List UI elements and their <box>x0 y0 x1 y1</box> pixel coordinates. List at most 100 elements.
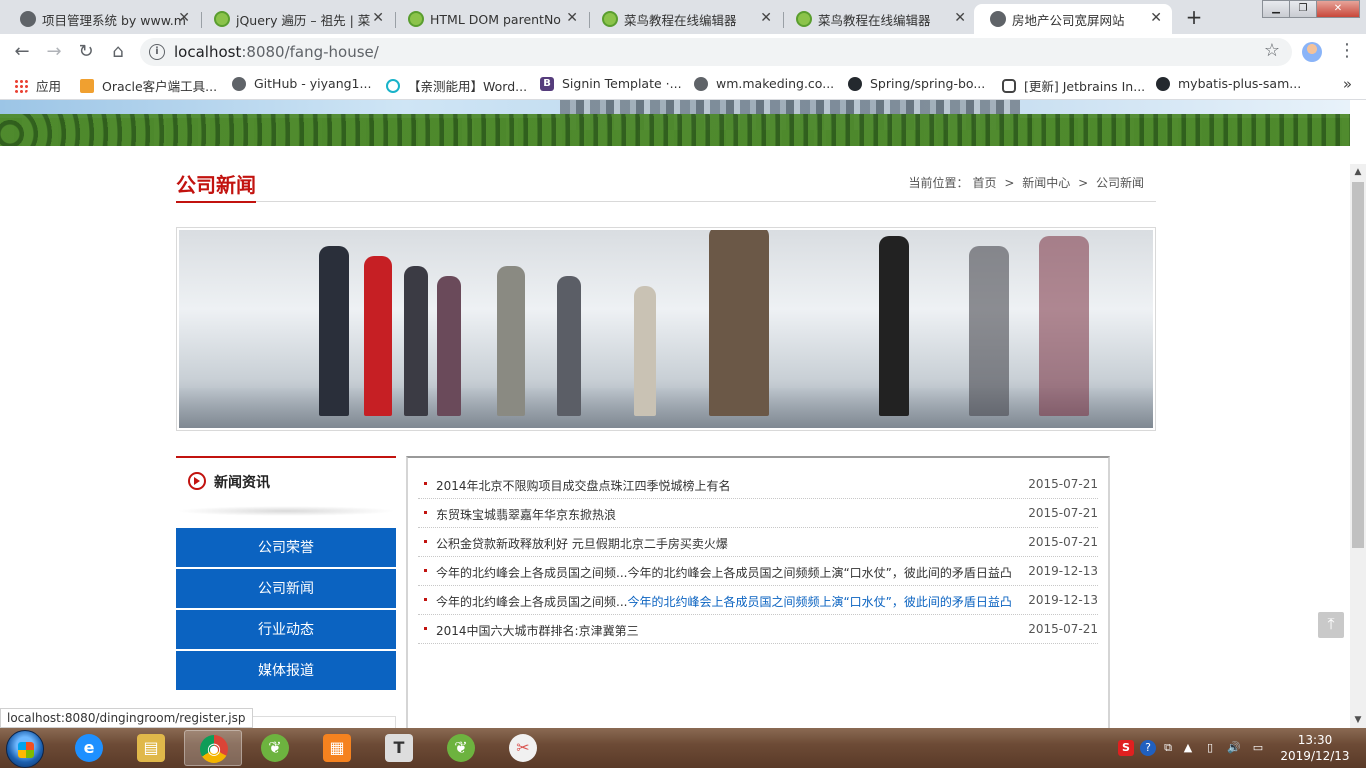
taskbar-typora[interactable]: T <box>370 730 428 766</box>
page-scrollbar[interactable]: ▲ ▼ <box>1350 164 1366 728</box>
play-circle-icon <box>188 472 206 490</box>
news-item-hovered[interactable]: 今年的北约峰会上各成员国之间频...今年的北约峰会上各成员国之间频频上演“口水仗… <box>418 586 1098 615</box>
news-item[interactable]: 2014中国六大城市群排名:京津冀第三 2015-07-21 <box>418 615 1098 644</box>
taskbar-explorer[interactable]: ▤ <box>122 730 180 766</box>
sidebar-item-media-reports[interactable]: 媒体报道 <box>176 651 396 691</box>
news-title-link[interactable]: 2014中国六大城市群排名:京津冀第三 <box>436 622 1026 639</box>
back-to-top-button[interactable]: ⤒ <box>1318 612 1344 638</box>
profile-avatar-icon[interactable] <box>1302 42 1322 62</box>
news-item[interactable]: 2014年北京不限购项目成交盘点珠江四季悦城榜上有名 2015-07-21 <box>418 470 1098 499</box>
windows-logo-icon <box>18 742 34 758</box>
info-icon[interactable]: i <box>149 44 165 60</box>
photo-figure <box>497 266 525 416</box>
address-bar[interactable]: i localhost:8080/fang-house/ ☆ <box>140 38 1292 66</box>
show-hidden-icon[interactable]: ▲ <box>1180 740 1196 756</box>
sidebar-item-industry-news[interactable]: 行业动态 <box>176 610 396 650</box>
hero-banner <box>176 227 1156 431</box>
bullet-icon <box>424 511 427 514</box>
bookmark-spring-boot[interactable]: Spring/spring-bo... <box>848 76 985 91</box>
minimize-icon[interactable]: ▁ <box>1262 0 1290 18</box>
news-title-link[interactable]: 公积金贷款新政释放利好 元旦假期北京二手房买卖火爆 <box>436 535 1026 552</box>
news-date: 2015-07-21 <box>1028 506 1098 520</box>
globe-icon <box>20 11 36 27</box>
help-icon[interactable]: ? <box>1140 740 1156 756</box>
close-icon[interactable]: ✕ <box>954 10 966 26</box>
close-icon[interactable]: ✕ <box>372 10 384 26</box>
bookmark-signin-template[interactable]: B Signin Template ·... <box>540 76 682 91</box>
news-item[interactable]: 东贸珠宝城翡翠嘉年华京东掀热浪 2015-07-21 <box>418 499 1098 528</box>
new-tab-button[interactable]: + <box>1181 5 1207 31</box>
breadcrumb-news-center-link[interactable]: 新闻中心 <box>1022 176 1070 190</box>
taskbar-ie[interactable]: e <box>60 730 118 766</box>
system-clock[interactable]: 13:30 2019/12/13 <box>1270 732 1360 764</box>
photo-figure <box>634 286 656 416</box>
sidebar-item-company-news[interactable]: 公司新闻 <box>176 569 396 609</box>
breadcrumb: 当前位置： 首页 > 新闻中心 > 公司新闻 <box>907 174 1147 191</box>
close-icon[interactable]: ✕ <box>566 10 578 26</box>
sidebar-item-company-honors[interactable]: 公司荣誉 <box>176 528 396 568</box>
sidebar-title: 新闻资讯 <box>214 475 270 491</box>
back-arrow-icon[interactable]: ← <box>10 40 34 64</box>
taskbar-snipping[interactable]: ✂ <box>494 730 552 766</box>
windows-taskbar: e ▤ ◉ ❦ ▦ T ❦ ✂ S ? ⧉ ▲ ▯ 🔊 ▭ 13:30 2019… <box>0 728 1366 768</box>
home-icon[interactable]: ⌂ <box>106 40 130 64</box>
maximize-icon[interactable]: ❐ <box>1289 0 1317 18</box>
news-title-link[interactable]: 2014年北京不限购项目成交盘点珠江四季悦城榜上有名 <box>436 477 1026 494</box>
page-title: 公司新闻 <box>176 172 256 203</box>
news-item[interactable]: 公积金贷款新政释放利好 元旦假期北京二手房买卖火爆 2015-07-21 <box>418 528 1098 557</box>
bullet-icon <box>424 569 427 572</box>
globe-icon <box>694 76 708 91</box>
browser-tab-5[interactable]: 菜鸟教程在线编辑器 ✕ <box>780 4 976 34</box>
browser-tab-4[interactable]: 菜鸟教程在线编辑器 ✕ <box>586 4 782 34</box>
bookmark-mybatis[interactable]: mybatis-plus-sam... <box>1156 76 1301 91</box>
network-icon[interactable]: ▭ <box>1250 740 1266 756</box>
bookmark-jetbrains[interactable]: [更新] Jetbrains In... <box>1002 76 1145 95</box>
device-icon[interactable]: ▯ <box>1202 740 1218 756</box>
browser-tab-3[interactable]: HTML DOM parentNo ✕ <box>392 4 588 34</box>
photo-figure <box>709 230 769 416</box>
news-title-link[interactable]: 今年的北约峰会上各成员国之间频...今年的北约峰会上各成员国之间频频上演“口水仗… <box>436 564 1026 581</box>
taskbar-chrome[interactable]: ◉ <box>184 730 242 766</box>
scroll-up-icon[interactable]: ▲ <box>1350 164 1366 180</box>
news-title-link[interactable]: 今年的北约峰会上各成员国之间频...今年的北约峰会上各成员国之间频频上演“口水仗… <box>436 593 1026 610</box>
bookmark-github-yiyang[interactable]: GitHub - yiyang1... <box>232 76 371 91</box>
news-title-link[interactable]: 东贸珠宝城翡翠嘉年华京东掀热浪 <box>436 506 1026 523</box>
window-controls: ▁ ❐ ✕ <box>1262 0 1360 18</box>
tab-title: HTML DOM parentNo <box>430 11 561 27</box>
breadcrumb-home-link[interactable]: 首页 <box>973 176 997 190</box>
volume-icon[interactable]: 🔊 <box>1226 740 1242 756</box>
close-icon[interactable]: ✕ <box>1150 10 1162 26</box>
spring-tool-icon: ❦ <box>261 734 289 762</box>
reload-icon[interactable]: ↻ <box>74 40 98 64</box>
more-menu-icon[interactable]: ⋮ <box>1338 40 1356 61</box>
address-url[interactable]: localhost:8080/fang-house/ <box>174 43 379 61</box>
news-item[interactable]: 今年的北约峰会上各成员国之间频...今年的北约峰会上各成员国之间频频上演“口水仗… <box>418 557 1098 586</box>
taskbar-spring[interactable]: ❦ <box>432 730 490 766</box>
sogou-input-icon[interactable]: S <box>1118 740 1134 756</box>
bookmark-label: Oracle客户端工具... <box>102 79 218 94</box>
bookmark-oracle[interactable]: Oracle客户端工具... <box>80 76 217 95</box>
bookmark-star-icon[interactable]: ☆ <box>1264 40 1280 61</box>
scrollbar-thumb[interactable] <box>1352 182 1364 548</box>
forward-arrow-icon[interactable]: → <box>42 40 66 64</box>
browser-tab-active[interactable]: 房地产公司宽屏网站 ✕ <box>974 4 1172 34</box>
tab-title: 房地产公司宽屏网站 <box>1012 12 1125 28</box>
browser-tab-1[interactable]: 项目管理系统 by www.m ✕ <box>4 4 200 34</box>
scroll-down-icon[interactable]: ▼ <box>1350 712 1366 728</box>
taskbar-office[interactable]: ▦ <box>308 730 366 766</box>
sidebar-header: 新闻资讯 <box>176 456 396 516</box>
bookmark-word[interactable]: 【亲测能用】Word... <box>386 76 527 95</box>
apps-icon <box>14 78 28 93</box>
close-icon[interactable]: ✕ <box>760 10 772 26</box>
taskbar-sts[interactable]: ❦ <box>246 730 304 766</box>
close-icon[interactable]: ✕ <box>178 10 190 26</box>
start-button[interactable] <box>6 730 44 768</box>
browser-tab-2[interactable]: jQuery 遍历 – 祖先 | 菜 ✕ <box>198 4 394 34</box>
bookmark-makeding[interactable]: wm.makeding.co... <box>694 76 834 91</box>
window-close-icon[interactable]: ✕ <box>1316 0 1360 18</box>
tab-title: 菜鸟教程在线编辑器 <box>624 12 737 28</box>
runoob-icon <box>602 11 618 27</box>
more-bookmarks-icon[interactable]: » <box>1343 75 1352 93</box>
bookmark-apps[interactable]: 应用 <box>14 76 61 95</box>
notify-icon[interactable]: ⧉ <box>1160 740 1176 756</box>
